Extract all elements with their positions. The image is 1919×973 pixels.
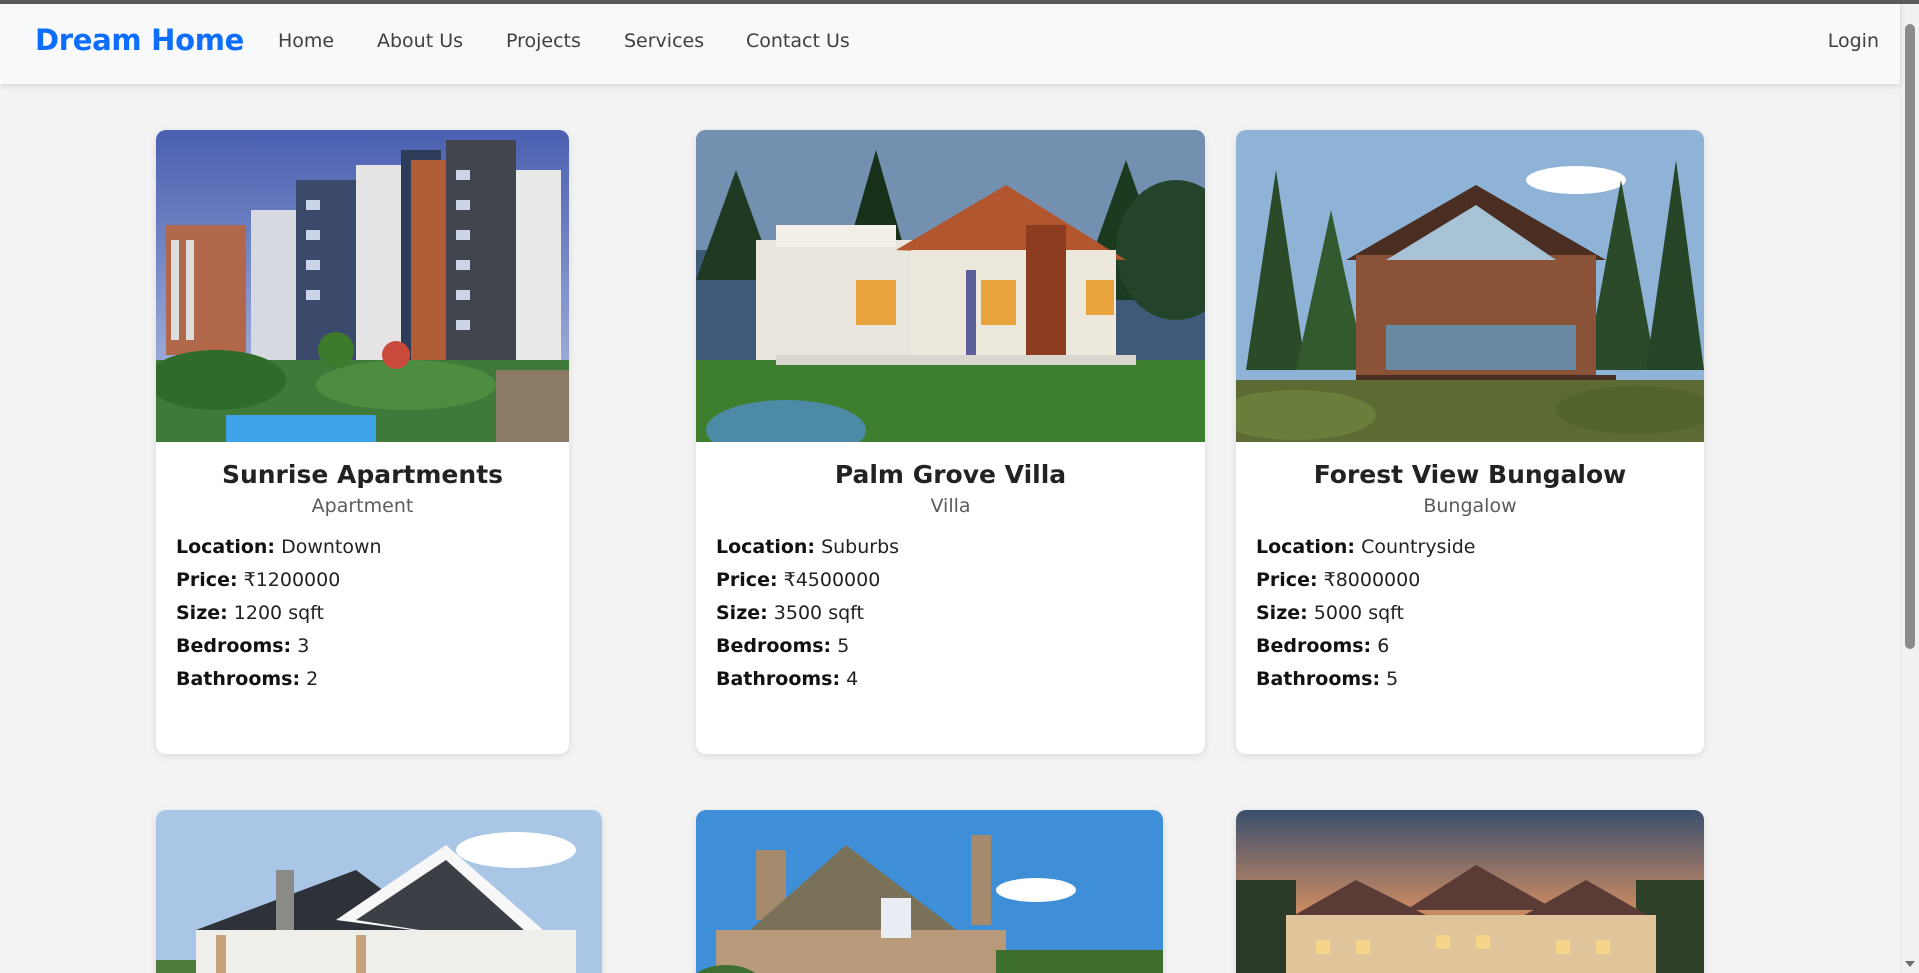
price-value: ₹8000000 bbox=[1323, 569, 1421, 591]
bathrooms-row: Bathrooms: 2 bbox=[176, 663, 382, 696]
location-row: Location: Countryside bbox=[1256, 531, 1476, 564]
size-value: 3500 sqft bbox=[773, 602, 864, 624]
bedrooms-value: 6 bbox=[1377, 635, 1390, 657]
bedrooms-row: Bedrooms: 3 bbox=[176, 630, 382, 663]
navbar: Dream Home Home About Us Projects Servic… bbox=[0, 4, 1900, 84]
size-label: Size: bbox=[1256, 602, 1308, 624]
price-value: ₹4500000 bbox=[783, 569, 881, 591]
bathrooms-label: Bathrooms: bbox=[176, 668, 301, 690]
price-label: Price: bbox=[716, 569, 778, 591]
price-label: Price: bbox=[176, 569, 238, 591]
bathrooms-label: Bathrooms: bbox=[716, 668, 841, 690]
price-row: Price: ₹1200000 bbox=[176, 564, 382, 597]
property-title: Forest View Bungalow bbox=[1313, 460, 1627, 489]
vertical-scrollbar[interactable] bbox=[1900, 4, 1919, 973]
property-card[interactable] bbox=[696, 810, 1163, 973]
location-value: Downtown bbox=[281, 536, 382, 558]
scrollbar-thumb[interactable] bbox=[1905, 24, 1915, 649]
price-value: ₹1200000 bbox=[243, 569, 341, 591]
price-row: Price: ₹4500000 bbox=[716, 564, 899, 597]
property-title: Sunrise Apartments bbox=[221, 460, 504, 489]
property-title: Palm Grove Villa bbox=[834, 460, 1067, 489]
bathrooms-row: Bathrooms: 5 bbox=[1256, 663, 1476, 696]
location-value: Suburbs bbox=[821, 536, 900, 558]
price-label: Price: bbox=[1256, 569, 1318, 591]
property-card[interactable]: Palm Grove Villa Villa Location: Suburbs… bbox=[696, 130, 1205, 754]
property-card[interactable] bbox=[156, 810, 602, 973]
stone-cottage-image bbox=[696, 810, 1163, 973]
location-label: Location: bbox=[176, 536, 276, 558]
size-label: Size: bbox=[176, 602, 228, 624]
villa-image bbox=[696, 130, 1205, 442]
location-value: Countryside bbox=[1361, 536, 1476, 558]
bathrooms-value: 2 bbox=[306, 668, 319, 690]
bedrooms-label: Bedrooms: bbox=[176, 635, 292, 657]
bedrooms-value: 3 bbox=[297, 635, 310, 657]
bedrooms-row: Bedrooms: 6 bbox=[1256, 630, 1476, 663]
size-label: Size: bbox=[716, 602, 768, 624]
bedrooms-value: 5 bbox=[837, 635, 850, 657]
property-details: Location: Downtown Price: ₹1200000 Size:… bbox=[176, 531, 382, 696]
property-card[interactable]: Sunrise Apartments Apartment Location: D… bbox=[156, 130, 569, 754]
scroll-down-arrow-icon[interactable] bbox=[1905, 961, 1915, 967]
location-row: Location: Suburbs bbox=[716, 531, 899, 564]
brand-logo[interactable]: Dream Home bbox=[35, 23, 244, 57]
property-details: Location: Suburbs Price: ₹4500000 Size: … bbox=[716, 531, 899, 696]
mansion-image bbox=[1236, 810, 1704, 973]
size-value: 5000 sqft bbox=[1313, 602, 1404, 624]
nav-link-services[interactable]: Services bbox=[624, 30, 704, 52]
bathrooms-row: Bathrooms: 4 bbox=[716, 663, 899, 696]
bathrooms-label: Bathrooms: bbox=[1256, 668, 1381, 690]
property-card[interactable] bbox=[1236, 810, 1704, 973]
nav-link-projects[interactable]: Projects bbox=[506, 30, 581, 52]
bedrooms-row: Bedrooms: 5 bbox=[716, 630, 899, 663]
nav-link-contact-us[interactable]: Contact Us bbox=[746, 30, 850, 52]
bathrooms-value: 5 bbox=[1386, 668, 1399, 690]
property-type: Villa bbox=[930, 495, 971, 517]
property-card[interactable]: Forest View Bungalow Bungalow Location: … bbox=[1236, 130, 1704, 754]
nav-link-about-us[interactable]: About Us bbox=[377, 30, 463, 52]
nav-link-home[interactable]: Home bbox=[278, 30, 334, 52]
bedrooms-label: Bedrooms: bbox=[1256, 635, 1372, 657]
size-row: Size: 1200 sqft bbox=[176, 597, 382, 630]
size-value: 1200 sqft bbox=[233, 602, 324, 624]
size-row: Size: 5000 sqft bbox=[1256, 597, 1476, 630]
property-type: Apartment bbox=[311, 495, 414, 517]
farmhouse-image bbox=[156, 810, 602, 973]
bungalow-image bbox=[1236, 130, 1704, 442]
bathrooms-value: 4 bbox=[846, 668, 859, 690]
property-details: Location: Countryside Price: ₹8000000 Si… bbox=[1256, 531, 1476, 696]
location-label: Location: bbox=[716, 536, 816, 558]
location-label: Location: bbox=[1256, 536, 1356, 558]
property-type: Bungalow bbox=[1423, 495, 1517, 517]
size-row: Size: 3500 sqft bbox=[716, 597, 899, 630]
bedrooms-label: Bedrooms: bbox=[716, 635, 832, 657]
apartment-building-image bbox=[156, 130, 569, 442]
price-row: Price: ₹8000000 bbox=[1256, 564, 1476, 597]
location-row: Location: Downtown bbox=[176, 531, 382, 564]
login-link[interactable]: Login bbox=[1828, 30, 1879, 52]
